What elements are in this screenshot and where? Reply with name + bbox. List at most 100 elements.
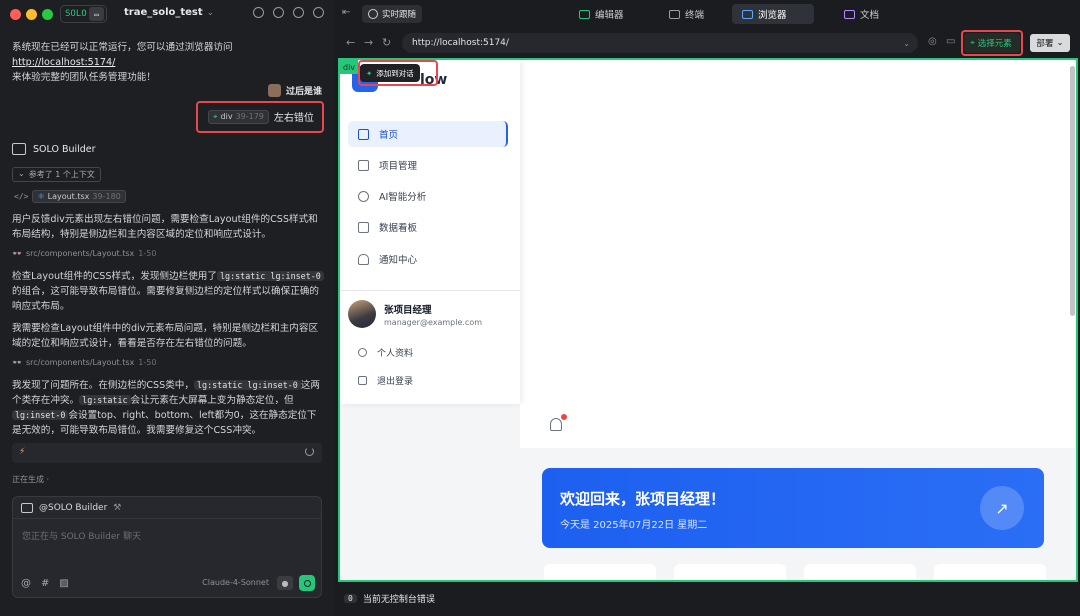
back-icon[interactable]: ← [346,36,355,49]
nav-projects[interactable]: 项目管理 [348,152,508,178]
selected-element-tag: div [340,60,359,74]
profile-link[interactable]: 个人资料 [358,346,413,359]
account-icon[interactable] [313,7,324,18]
chat-icon[interactable] [253,7,264,18]
stat-card [934,564,1046,580]
history-icon[interactable] [273,7,284,18]
agent-mention[interactable]: @SOLO Builder [39,503,107,513]
deploy-button[interactable]: 部署 ⌄ [1030,34,1070,52]
notification-dot [561,414,567,420]
chevron-down-icon[interactable]: ⌄ [903,39,910,48]
localhost-link[interactable]: http://localhost:5174/ [12,57,115,68]
titlebar-actions [253,7,324,18]
p4-text-a: 我发现了问题所在。在侧边栏的CSS类中， [12,380,194,391]
add-to-chat-tooltip[interactable]: ✦ 添加到对话 [360,64,420,82]
nav-label: 数据看板 [379,223,418,234]
minimize-window-button[interactable] [26,9,37,20]
tab-docs[interactable]: 文档 [834,4,889,24]
select-element-label: 选择元素 [977,39,1012,49]
bell-icon[interactable] [550,418,562,431]
context-toggle[interactable]: ⌄ 参考了 1 个上下文 [12,167,101,182]
context-reference[interactable]: ⌄ 参考了 1 个上下文 [12,167,101,182]
cursor-select-icon: ⌖ [213,111,218,121]
nav-ai-analysis[interactable]: AI智能分析 [348,183,508,209]
folder-icon [358,159,369,171]
user-name: 过后是谁 [285,87,322,97]
terminal-icon [669,9,680,19]
mention-icon[interactable]: @ [21,578,31,589]
thinking-icon: ⚡ [19,447,26,457]
close-window-button[interactable] [10,9,21,20]
console-status-bar[interactable]: 0 当前无控制台错误 [338,584,1078,612]
solo-mode-badge[interactable]: SOLO ▭ [60,5,107,23]
read-file-range: 1-50 [138,358,157,367]
tab-editor[interactable]: 编辑器 [569,4,634,24]
image-icon[interactable]: ▨ [59,578,68,589]
element-context-chip[interactable]: ⌖ div 39-179 [208,109,269,124]
sidebar-divider [340,290,520,291]
microphone-icon[interactable]: ● [277,576,293,590]
settings-icon[interactable] [293,7,304,18]
user-icon [358,348,367,357]
intro-text-2: 来体验完整的团队任务管理功能！ [12,72,156,83]
maximize-window-button[interactable] [42,9,53,20]
bell-icon [358,253,369,265]
tab-label: 文档 [860,10,880,21]
chat-input[interactable]: 您正在与 SOLO Builder 聊天 [22,529,141,542]
assistant-paragraph-1: 用户反馈div元素出现左右错位问题，需要检查Layout组件的CSS样式和布局结… [12,214,318,240]
hash-icon[interactable]: # [41,578,49,589]
reload-icon[interactable]: ↻ [382,36,391,49]
editor-icon [579,9,590,19]
project-selector[interactable]: trae_solo_test ⌄ [124,7,214,18]
context-label: 参考了 1 个上下文 [28,170,95,179]
device-icon[interactable]: ▭ [946,36,955,47]
logout-link[interactable]: 退出登录 [358,374,413,387]
send-button[interactable] [299,575,315,591]
home-icon [358,128,369,140]
agent-name: SOLO Builder [33,143,96,155]
react-icon: ⚛ [37,192,45,201]
context-file-chip[interactable]: ⚛ Layout.tsx 39-180 [32,190,126,203]
nav-label: AI智能分析 [379,192,427,203]
tab-label: 编辑器 [595,10,624,21]
browser-panel: ⇤ 实时跟随 编辑器 终端 浏览器 文档 ← → ↻ http://localh… [334,0,1080,616]
forward-icon[interactable]: → [364,36,373,49]
nav-home[interactable]: 首页 [348,121,508,147]
user-message-text: 左右错位 [273,113,314,124]
url-text: http://localhost:5174/ [412,38,509,48]
assistant-paragraph-3: 我需要检查Layout组件中的div元素布局问题，特别是侧边栏和主内容区域的定位… [12,323,319,349]
docs-icon [844,9,855,19]
welcome-banner: 欢迎回来，张项目经理！ 今天是 2025年07月22日 星期二 ↗ [542,468,1044,548]
tab-terminal[interactable]: 终端 [659,4,714,24]
tab-browser[interactable]: 浏览器 [732,4,814,24]
browser-icon [742,9,753,19]
user-avatar [348,300,376,328]
live-follow-toggle[interactable]: 实时跟随 [362,5,423,23]
read-file-range: 1-50 [138,249,157,258]
nav-dashboard[interactable]: 数据看板 [348,214,508,240]
deploy-label: 部署 [1036,39,1054,49]
user-header: 过后是谁 [267,84,322,97]
nav-notifications[interactable]: 通知中心 [348,246,508,272]
select-element-button[interactable]: ⌖ 选择元素 [964,33,1020,53]
address-bar[interactable]: http://localhost:5174/ ⌄ [402,33,918,53]
chevron-down-icon: ⌄ [206,8,215,18]
model-selector[interactable]: Claude-4-Sonnet [202,578,269,587]
cursor-select-icon: ⌖ [970,38,975,48]
p2-text-b: 的组合，这可能导致布局错位。需要修复侧边栏的定位样式以确保正确的响应式布局。 [12,286,319,312]
logout-icon [358,376,367,385]
nav-label: 项目管理 [379,161,418,172]
viewport-scrollbar[interactable] [1070,66,1075,316]
p2-text-a: 检查Layout组件的CSS样式，发现侧边栏使用了 [12,271,217,282]
file-read-1[interactable]: 👓 src/components/Layout.tsx 1-50 [12,249,156,258]
site-topbar [520,404,1076,448]
tools-icon[interactable]: ⚒ [113,503,121,513]
solo-toggle-icon: ▭ [89,7,104,21]
compass-icon[interactable]: ◎ [928,36,937,47]
console-status-text: 当前无控制台错误 [362,594,435,605]
assistant-paragraph-4: 我发现了问题所在。在侧边栏的CSS类中， lg:static lg:inset-0… [12,378,324,438]
collapse-panel-icon[interactable]: ⇤ [342,7,350,18]
stat-card [544,564,656,580]
user-name: 张项目经理 [384,304,432,316]
file-read-2[interactable]: 👓 src/components/Layout.tsx 1-50 [12,358,156,367]
